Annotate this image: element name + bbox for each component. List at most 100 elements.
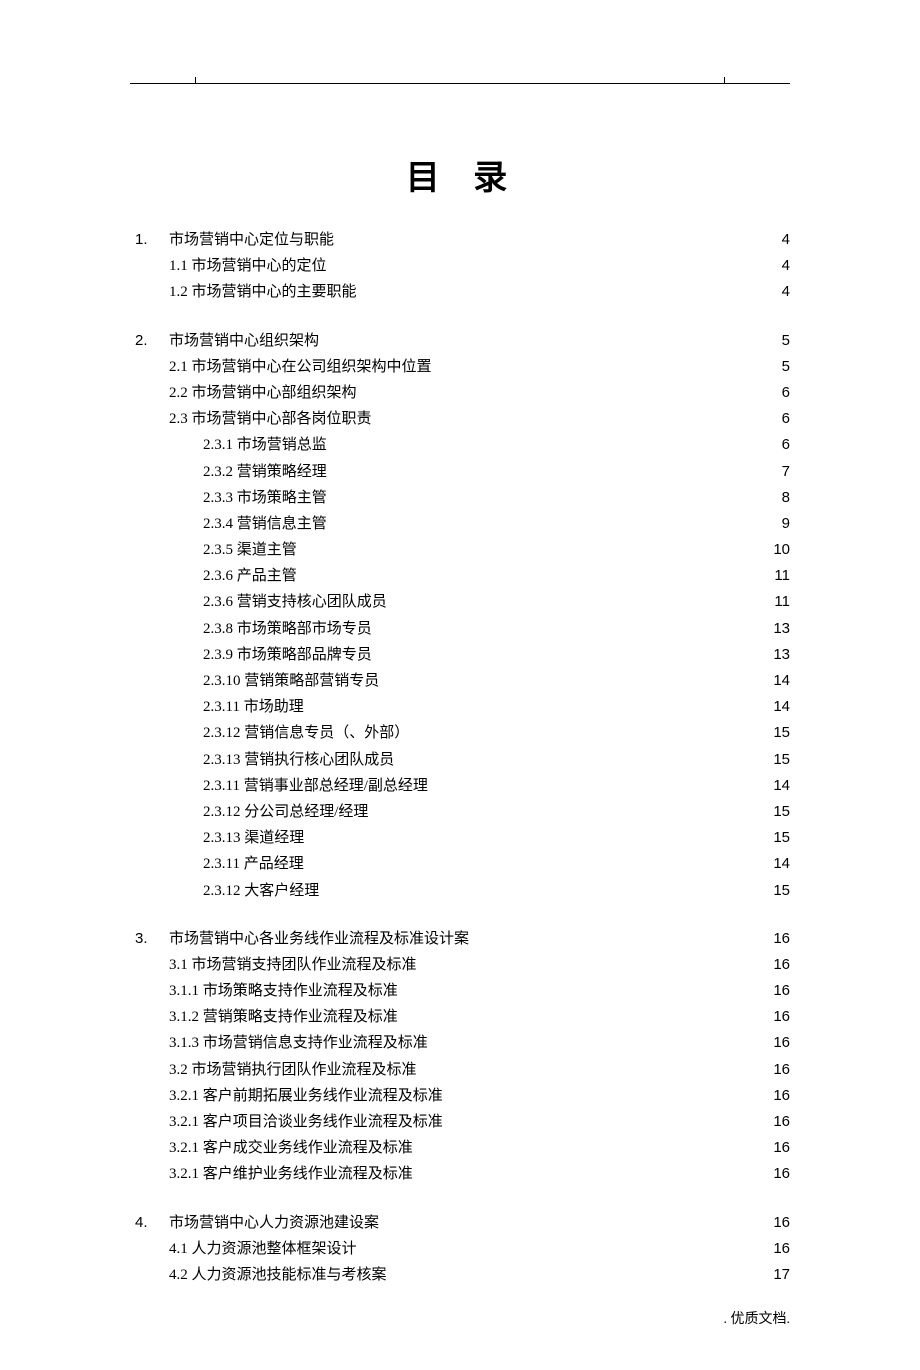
toc-section-number: 1. — [135, 227, 169, 252]
toc-entry: 2.3.4 营销信息主管9 — [135, 511, 790, 537]
toc-leader-dots — [334, 229, 770, 244]
toc-entry: 4.2 人力资源池技能标准与考核案 17 — [135, 1262, 790, 1288]
toc-page-number: 14 — [770, 851, 790, 876]
toc-leader-dots — [372, 644, 770, 659]
toc-leader-dots — [443, 1111, 770, 1126]
toc-entry: 2.3.6 营销支持核心团队成员 11 — [135, 589, 790, 615]
toc-entry: 2.2 市场营销中心部组织架构6 — [135, 380, 790, 406]
toc-entry: 2.3.12 营销信息专员（、外部）15 — [135, 720, 790, 746]
toc-page-number: 16 — [770, 1030, 790, 1055]
toc-page-number: 16 — [770, 1109, 790, 1134]
toc-leader-dots — [357, 382, 770, 397]
toc-entry: 2.3.2 营销策略经理 7 — [135, 459, 790, 485]
toc-page-number: 13 — [770, 616, 790, 641]
toc-page-number: 16 — [770, 1057, 790, 1082]
toc-page-number: 7 — [770, 459, 790, 484]
toc-leader-dots — [387, 591, 770, 606]
toc-page-number: 16 — [770, 1004, 790, 1029]
toc-entry: 2.3.8 市场策略部市场专员13 — [135, 616, 790, 642]
toc-label: 2.3.13 营销执行核心团队成员 — [203, 748, 394, 773]
toc-label: 2.3.4 营销信息主管 — [203, 512, 327, 537]
toc-entry: 4.市场营销中心人力资源池建设案16 — [135, 1210, 790, 1236]
toc-leader-dots — [304, 853, 770, 868]
toc-page-number: 14 — [770, 694, 790, 719]
toc-label: 3.1.2 营销策略支持作业流程及标准 — [169, 1005, 398, 1030]
toc-leader-dots — [372, 618, 770, 633]
toc-leader-dots — [398, 980, 770, 995]
toc-entry: 3.2.1 客户成交业务线作业流程及标准 16 — [135, 1135, 790, 1161]
toc-entry: 3.2.1 客户项目洽谈业务线作业流程及标准 16 — [135, 1109, 790, 1135]
toc-label: 3.2.1 客户成交业务线作业流程及标准 — [169, 1136, 413, 1161]
toc-label: 市场营销中心人力资源池建设案 — [169, 1211, 379, 1236]
toc-page-number: 6 — [770, 432, 790, 457]
toc-page-number: 17 — [770, 1262, 790, 1287]
toc-label: 3.2.1 客户项目洽谈业务线作业流程及标准 — [169, 1110, 443, 1135]
toc-entry: 2.3.5 渠道主管10 — [135, 537, 790, 563]
toc-entry: 2.3.3 市场策略主管 8 — [135, 485, 790, 511]
toc-entry: 2.1 市场营销中心在公司组织架构中位置5 — [135, 354, 790, 380]
toc-page-number: 10 — [770, 537, 790, 562]
toc-leader-dots — [394, 749, 770, 764]
toc-page-number: 16 — [770, 1210, 790, 1235]
toc-label: 3.1.3 市场营销信息支持作业流程及标准 — [169, 1031, 428, 1056]
toc-label: 市场营销中心定位与职能 — [169, 228, 334, 253]
toc-label: 市场营销中心组织架构 — [169, 329, 319, 354]
toc-page-number: 11 — [770, 589, 790, 614]
toc-entry: 2.市场营销中心组织架构5 — [135, 328, 790, 354]
toc-page-number: 15 — [770, 878, 790, 903]
toc-label: 3.1 市场营销支持团队作业流程及标准 — [169, 953, 417, 978]
toc-leader-dots — [327, 255, 770, 270]
toc-label: 2.3.12 大客户经理 — [203, 879, 319, 904]
toc-label: 3.2 市场营销执行团队作业流程及标准 — [169, 1058, 417, 1083]
toc-leader-dots — [357, 281, 770, 296]
toc-leader-dots — [413, 1137, 770, 1152]
toc-page-number: 16 — [770, 926, 790, 951]
footer-text: . 优质文档. — [724, 1308, 791, 1328]
toc-entry: 3.2.1 客户维护业务线作业流程及标准16 — [135, 1161, 790, 1187]
toc-entry: 3.1.3 市场营销信息支持作业流程及标准 16 — [135, 1030, 790, 1056]
toc-label: 4.2 人力资源池技能标准与考核案 — [169, 1263, 387, 1288]
toc-leader-dots — [413, 1163, 770, 1178]
toc-group: 3.市场营销中心各业务线作业流程及标准设计案163.1 市场营销支持团队作业流程… — [135, 926, 790, 1188]
toc-label: 2.3.13 渠道经理 — [203, 826, 304, 851]
toc-label: 2.2 市场营销中心部组织架构 — [169, 381, 357, 406]
toc-leader-dots — [428, 1032, 770, 1047]
toc-section-number: 3. — [135, 926, 169, 951]
toc-label: 3.2.1 客户维护业务线作业流程及标准 — [169, 1162, 413, 1187]
toc-entry: 2.3.13 营销执行核心团队成员15 — [135, 747, 790, 773]
toc-leader-dots — [443, 1085, 770, 1100]
toc-label: 2.3.6 产品主管 — [203, 564, 297, 589]
toc-label: 2.3.11 产品经理 — [203, 852, 304, 877]
toc-leader-dots — [304, 827, 770, 842]
toc-entry: 3.1 市场营销支持团队作业流程及标准 16 — [135, 952, 790, 978]
toc-page-number: 6 — [770, 406, 790, 431]
toc-label: 2.3.6 营销支持核心团队成员 — [203, 590, 387, 615]
toc-page-number: 4 — [770, 253, 790, 278]
toc-entry: 3.2.1 客户前期拓展业务线作业流程及标准16 — [135, 1083, 790, 1109]
toc-leader-dots — [297, 565, 770, 580]
toc-leader-dots — [379, 670, 770, 685]
toc-group: 4.市场营销中心人力资源池建设案164.1 人力资源池整体框架设计164.2 人… — [135, 1210, 790, 1289]
toc-label: 2.3 市场营销中心部各岗位职责 — [169, 407, 372, 432]
toc-page-number: 8 — [770, 485, 790, 510]
toc-leader-dots — [417, 1059, 770, 1074]
toc-entry: 3.1.1 市场策略支持作业流程及标准16 — [135, 978, 790, 1004]
toc-entry: 2.3.12 分公司总经理/经理15 — [135, 799, 790, 825]
toc-leader-dots — [398, 1006, 770, 1021]
toc-entry: 2.3.6 产品主管 11 — [135, 563, 790, 589]
toc-page-number: 11 — [770, 563, 790, 588]
toc-label: 2.3.2 营销策略经理 — [203, 460, 327, 485]
toc-entry: 2.3 市场营销中心部各岗位职责 6 — [135, 406, 790, 432]
toc-page-number: 15 — [770, 720, 790, 745]
page-title: 目 录 — [135, 150, 790, 199]
toc-entry: 2.3.1 市场营销总监 6 — [135, 432, 790, 458]
toc-leader-dots — [372, 408, 770, 423]
toc-label: 2.3.3 市场策略主管 — [203, 486, 327, 511]
toc-page-number: 16 — [770, 952, 790, 977]
toc-page-number: 16 — [770, 978, 790, 1003]
toc-page-number: 16 — [770, 1135, 790, 1160]
toc-label: 2.3.1 市场营销总监 — [203, 433, 327, 458]
toc-label: 1.2 市场营销中心的主要职能 — [169, 280, 357, 305]
toc-label: 2.3.12 分公司总经理/经理 — [203, 800, 368, 825]
toc-label: 4.1 人力资源池整体框架设计 — [169, 1237, 357, 1262]
